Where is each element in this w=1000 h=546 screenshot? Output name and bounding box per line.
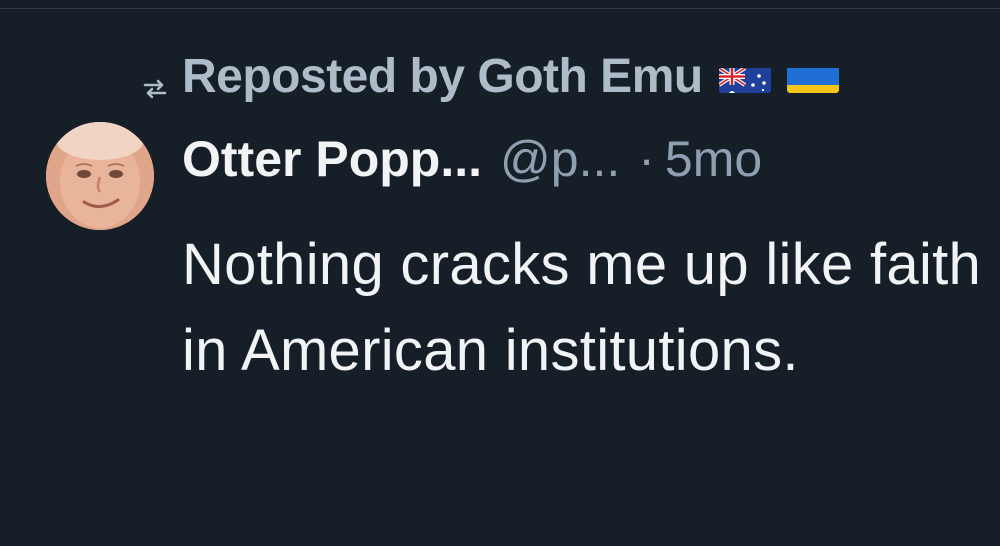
post-text: Nothing cracks me up like faith in Ameri… bbox=[182, 232, 982, 383]
author-avatar[interactable] bbox=[46, 122, 154, 230]
author-handle[interactable]: @p... bbox=[500, 130, 620, 188]
australia-flag-icon bbox=[718, 59, 771, 93]
ukraine-flag-icon bbox=[786, 59, 839, 93]
author-display-name[interactable]: Otter Popp... bbox=[182, 130, 482, 188]
repost-line[interactable]: Reposted by Goth Emu bbox=[140, 48, 839, 104]
post-header: Otter Popp... @p... · 5mo bbox=[182, 128, 762, 190]
post-timestamp[interactable]: 5mo bbox=[665, 130, 762, 188]
repost-label: Reposted by Goth Emu bbox=[182, 49, 703, 103]
repost-icon bbox=[140, 61, 170, 99]
separator-dot: · bbox=[638, 131, 655, 187]
top-divider bbox=[0, 0, 1000, 9]
